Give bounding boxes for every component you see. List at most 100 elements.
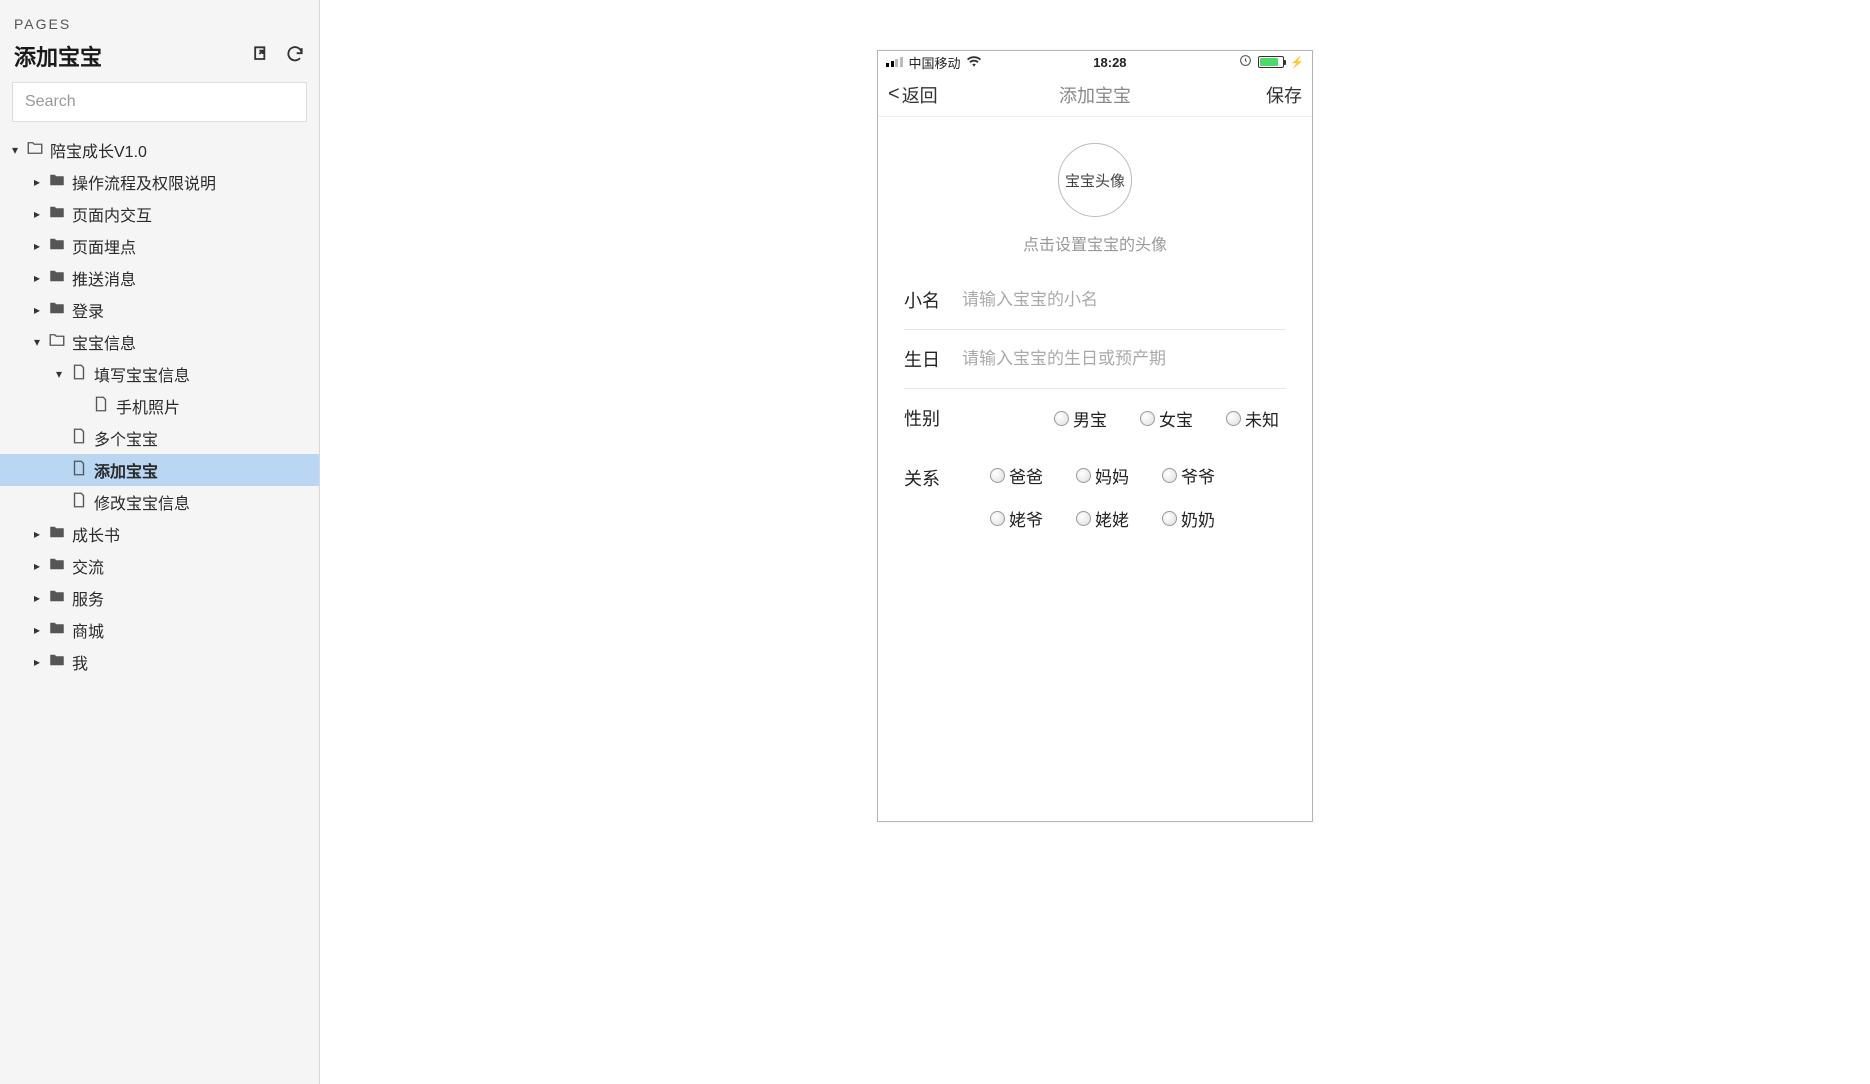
search-wrap — [0, 82, 319, 134]
gender-radio-2[interactable]: 未知 — [1226, 406, 1286, 431]
birthday-row: 生日 — [904, 330, 1286, 389]
folder-icon — [44, 619, 72, 642]
page-icon — [66, 427, 94, 450]
folder-icon — [44, 267, 72, 290]
tree-node-label: 添加宝宝 — [94, 458, 158, 482]
tree-node-label: 修改宝宝信息 — [94, 490, 190, 514]
wifi-icon — [967, 55, 981, 70]
tree-node[interactable]: ▾陪宝成长V1.0 — [0, 134, 319, 166]
radio-icon — [990, 511, 1005, 526]
radio-label: 爷爷 — [1181, 463, 1215, 488]
tree-node[interactable]: ▾填写宝宝信息 — [0, 358, 319, 390]
nickname-label: 小名 — [904, 287, 962, 313]
folder-icon — [44, 299, 72, 322]
phone-frame: 中国移动 18:28 ⚡ < 返回 添加宝宝 保存 — [877, 50, 1313, 822]
canvas: 中国移动 18:28 ⚡ < 返回 添加宝宝 保存 — [320, 0, 1870, 1084]
tree-node[interactable]: ▸操作流程及权限说明 — [0, 166, 319, 198]
refresh-icon[interactable] — [285, 44, 305, 69]
radio-icon — [1054, 411, 1069, 426]
page-icon — [66, 363, 94, 386]
carrier-label: 中国移动 — [909, 53, 961, 72]
tree-node[interactable]: ▸交流 — [0, 550, 319, 582]
page-icon — [66, 459, 94, 482]
sidebar-header: PAGES 添加宝宝 — [0, 0, 319, 82]
birthday-input[interactable] — [962, 349, 1286, 369]
tree-node[interactable]: ▸成长书 — [0, 518, 319, 550]
folder-icon — [44, 203, 72, 226]
search-input[interactable] — [12, 82, 307, 122]
relation-row: 关系 爸爸 妈妈 爷爷姥爷 姥姥 奶奶 — [904, 447, 1286, 547]
form: 小名 生日 性别 男宝女宝未知 关系 爸爸妈妈爷爷姥爷姥姥奶奶 — [878, 271, 1312, 547]
tree-node-label: 推送消息 — [72, 266, 136, 290]
nav-bar: < 返回 添加宝宝 保存 — [878, 73, 1312, 117]
status-right: ⚡ — [1239, 54, 1304, 70]
relation-radio-5[interactable]: 奶奶 — [1162, 506, 1222, 531]
nickname-input[interactable] — [962, 290, 1286, 310]
tree-node[interactable]: ▸页面内交互 — [0, 198, 319, 230]
status-bar: 中国移动 18:28 ⚡ — [878, 51, 1312, 73]
tree-node[interactable]: ▸修改宝宝信息 — [0, 486, 319, 518]
radio-icon — [1226, 411, 1241, 426]
relation-radio-1[interactable]: 妈妈 — [1076, 463, 1136, 488]
tree-node[interactable]: ▸我 — [0, 646, 319, 678]
tree-node[interactable]: ▸商城 — [0, 614, 319, 646]
rotation-lock-icon — [1239, 54, 1252, 70]
relation-radio-3[interactable]: 姥爷 — [990, 506, 1050, 531]
tree-node-label: 页面内交互 — [72, 202, 152, 226]
relation-label: 关系 — [904, 463, 962, 491]
gender-radio-1[interactable]: 女宝 — [1140, 406, 1200, 431]
sidebar: PAGES 添加宝宝 ▾陪宝成长V1.0▸操作流程及权限说明▸页面内交互▸页面埋… — [0, 0, 320, 1084]
tree-node-label: 我 — [72, 650, 88, 674]
radio-icon — [1162, 511, 1177, 526]
signal-icon — [886, 57, 903, 67]
radio-label: 未知 — [1245, 406, 1279, 431]
gender-radio-group: 男宝 女宝 未知 — [962, 406, 1286, 431]
radio-label: 姥姥 — [1095, 506, 1129, 531]
tree-node-label: 操作流程及权限说明 — [72, 170, 216, 194]
page-icon — [66, 491, 94, 514]
tree-node[interactable]: ▸多个宝宝 — [0, 422, 319, 454]
folder-outline-icon — [22, 139, 50, 162]
radio-icon — [1076, 468, 1091, 483]
tree-node-label: 服务 — [72, 586, 104, 610]
title-row: 添加宝宝 — [14, 40, 305, 72]
tree-node[interactable]: ▸服务 — [0, 582, 319, 614]
radio-icon — [1076, 511, 1091, 526]
folder-icon — [44, 587, 72, 610]
tree-node[interactable]: ▸登录 — [0, 294, 319, 326]
tree-node[interactable]: ▾宝宝信息 — [0, 326, 319, 358]
tree-node-label: 多个宝宝 — [94, 426, 158, 450]
radio-label: 妈妈 — [1095, 463, 1129, 488]
charging-icon: ⚡ — [1290, 56, 1304, 69]
folder-outline-icon — [44, 331, 72, 354]
tree-node-label: 商城 — [72, 618, 104, 642]
relation-radio-0[interactable]: 爸爸 — [990, 463, 1050, 488]
relation-radio-4[interactable]: 姥姥 — [1076, 506, 1136, 531]
page-tree: ▾陪宝成长V1.0▸操作流程及权限说明▸页面内交互▸页面埋点▸推送消息▸登录▾宝… — [0, 134, 319, 1084]
radio-label: 奶奶 — [1181, 506, 1215, 531]
share-icon[interactable] — [251, 44, 271, 69]
relation-radio-2[interactable]: 爷爷 — [1162, 463, 1222, 488]
folder-icon — [44, 651, 72, 674]
tree-node-label: 成长书 — [72, 522, 120, 546]
tree-node[interactable]: ▸页面埋点 — [0, 230, 319, 262]
tree-node-label: 填写宝宝信息 — [94, 362, 190, 386]
folder-icon — [44, 555, 72, 578]
page-icon — [88, 395, 116, 418]
status-left: 中国移动 — [886, 53, 981, 72]
back-button[interactable]: < 返回 — [888, 82, 938, 108]
tree-node[interactable]: ▸手机照片 — [0, 390, 319, 422]
status-time: 18:28 — [1093, 55, 1126, 70]
avatar-hint: 点击设置宝宝的头像 — [1023, 231, 1167, 255]
tree-node-label: 登录 — [72, 298, 104, 322]
save-button[interactable]: 保存 — [1266, 82, 1302, 108]
radio-icon — [1162, 468, 1177, 483]
radio-label: 男宝 — [1073, 406, 1107, 431]
avatar-upload[interactable]: 宝宝头像 — [1058, 143, 1132, 217]
tree-node[interactable]: ▸推送消息 — [0, 262, 319, 294]
tree-node[interactable]: ▸添加宝宝 — [0, 454, 319, 486]
radio-label: 女宝 — [1159, 406, 1193, 431]
relation-radio-group: 爸爸 妈妈 爷爷姥爷 姥姥 奶奶 — [962, 463, 1222, 531]
gender-radio-0[interactable]: 男宝 — [1054, 406, 1114, 431]
nav-title: 添加宝宝 — [1059, 82, 1131, 108]
